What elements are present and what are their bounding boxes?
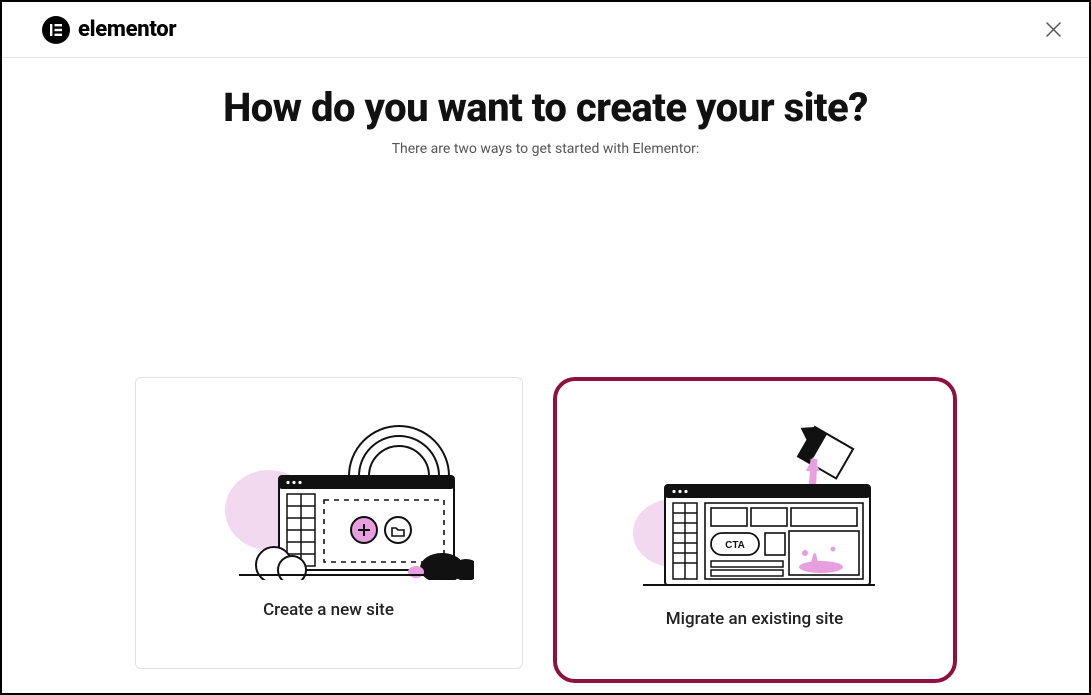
modal-header: elementor xyxy=(2,2,1089,58)
elementor-logo-icon xyxy=(42,16,70,44)
card-migrate-label: Migrate an existing site xyxy=(666,609,843,629)
content-area: How do you want to create your site? The… xyxy=(2,58,1089,157)
create-site-illustration xyxy=(136,410,522,580)
page-subtitle: There are two ways to get started with E… xyxy=(2,141,1089,157)
close-button[interactable] xyxy=(1039,16,1067,44)
brand-logo: elementor xyxy=(42,16,176,44)
migrate-site-illustration: CTA xyxy=(557,413,953,593)
close-icon xyxy=(1046,22,1061,37)
cta-text: CTA xyxy=(725,540,745,551)
card-create-new-site[interactable]: Create a new site xyxy=(135,377,523,669)
card-create-label: Create a new site xyxy=(263,600,394,620)
card-migrate-existing-site[interactable]: CTA Migrate an existing site xyxy=(553,377,957,683)
page-title: How do you want to create your site? xyxy=(2,84,1089,131)
brand-name: elementor xyxy=(78,17,176,42)
option-cards: Create a new site xyxy=(2,377,1089,683)
